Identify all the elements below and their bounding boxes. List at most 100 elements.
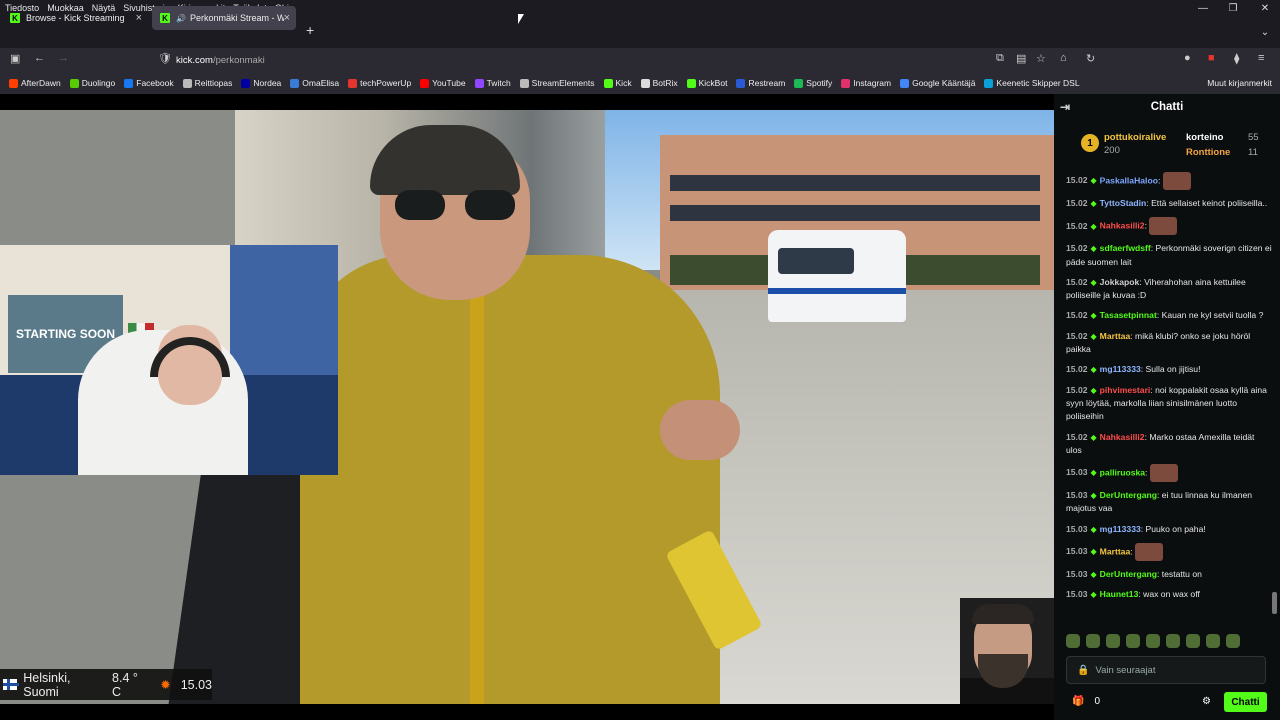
bookmark-label: techPowerUp bbox=[360, 78, 412, 88]
other-bookmarks[interactable]: Muut kirjanmerkit bbox=[1207, 78, 1272, 88]
tab-close-icon[interactable]: × bbox=[136, 12, 142, 24]
collapse-chat-icon[interactable]: ⇥ bbox=[1060, 100, 1070, 114]
menu-icon[interactable]: ≡ bbox=[1258, 52, 1264, 64]
speaker-icon: 🔊 bbox=[176, 13, 186, 23]
message-time: 15.03 bbox=[1066, 569, 1088, 580]
bookmark-item[interactable]: techPowerUp bbox=[348, 78, 411, 88]
message-user[interactable]: mg113333 bbox=[1100, 364, 1141, 374]
new-tab-button[interactable]: + bbox=[306, 22, 314, 38]
account-icon[interactable]: ● bbox=[1184, 52, 1191, 64]
bookmark-item[interactable]: StreamElements bbox=[519, 78, 595, 88]
restore-icon[interactable]: ❐ bbox=[1218, 0, 1248, 16]
message-user[interactable]: Marttaa bbox=[1100, 331, 1131, 341]
bookmark-item[interactable]: Reittiopas bbox=[182, 78, 232, 88]
sidebar-toggle-icon[interactable]: ▣ bbox=[10, 52, 20, 65]
chat-message: 15.02 ◆ Nahkasilli2: Marko ostaa Amexilla … bbox=[1066, 431, 1255, 455]
bookmark-label: AfterDawn bbox=[21, 78, 61, 88]
bookmark-item[interactable]: Kick bbox=[603, 78, 632, 88]
bookmark-item[interactable]: KickBot bbox=[686, 78, 727, 88]
bookmark-item[interactable]: OmaElisa bbox=[290, 78, 339, 88]
forward-icon[interactable]: → bbox=[58, 52, 69, 64]
chat-input[interactable]: 🔒 Vain seuraajat bbox=[1066, 656, 1266, 684]
bookmark-item[interactable]: Instagram bbox=[841, 78, 891, 88]
message-user[interactable]: PaskallaHaloo bbox=[1100, 175, 1158, 185]
chat-message: 15.03 ◆ DerUntergang: testattu on bbox=[1066, 569, 1202, 580]
url-field[interactable]: kick.com /perkonmaki bbox=[176, 50, 776, 70]
settings-icon[interactable]: ⚙ bbox=[1202, 696, 1211, 707]
bookmark-star-icon[interactable]: ☆ bbox=[1036, 52, 1046, 65]
gifter-1[interactable]: pottukoiralive bbox=[1104, 132, 1166, 143]
bookmark-item[interactable]: Duolingo bbox=[69, 78, 115, 88]
extension-icon[interactable]: ■ bbox=[1208, 52, 1215, 64]
message-time: 15.03 bbox=[1066, 523, 1088, 534]
bookmark-label: Nordea bbox=[253, 78, 282, 88]
emote-row[interactable] bbox=[1066, 634, 1266, 650]
bookmark-favicon-icon bbox=[640, 78, 650, 88]
bookmark-item[interactable]: Google Kääntäjä bbox=[900, 78, 975, 88]
video-player[interactable]: STARTING SOON bbox=[0, 110, 1054, 704]
message-time: 15.02 bbox=[1066, 276, 1088, 287]
extensions-icon[interactable]: ⧫ bbox=[1234, 52, 1239, 65]
emote-icon bbox=[1146, 634, 1160, 648]
bookmark-item[interactable]: YouTube bbox=[420, 78, 466, 88]
bookmark-item[interactable]: Twitch bbox=[474, 78, 511, 88]
chat-message: 15.02 ◆ TyttoStadin: Että sellaiset keinot… bbox=[1066, 198, 1268, 208]
back-icon[interactable]: ← bbox=[34, 52, 45, 64]
chat-message: 15.02 ◆ PaskallaHaloo: bbox=[1066, 172, 1272, 190]
gifter-2-amount: 55 bbox=[1248, 132, 1259, 143]
tab-list-icon[interactable]: ⌄ bbox=[1250, 24, 1280, 40]
message-user[interactable]: Nahkasilli2 bbox=[1100, 432, 1145, 442]
picture-in-picture-icon[interactable]: ⧉ bbox=[996, 52, 1004, 65]
tab-perkonmaki[interactable]: K 🔊 Perkonmäki Stream - Watc × bbox=[152, 6, 296, 30]
bookmark-item[interactable]: AfterDawn bbox=[9, 78, 61, 88]
badge-icon: ◆ bbox=[1090, 491, 1097, 501]
bookmark-favicon-icon bbox=[900, 78, 910, 88]
message-time: 15.02 bbox=[1066, 175, 1088, 186]
bookmark-label: OmaElisa bbox=[302, 78, 340, 88]
gifter-3[interactable]: Ronttione bbox=[1186, 147, 1230, 158]
message-user[interactable]: Haunet13 bbox=[1100, 589, 1139, 599]
emote-icon bbox=[1206, 634, 1220, 648]
top-strip bbox=[0, 94, 1054, 110]
gifter-2[interactable]: korteino bbox=[1186, 132, 1223, 143]
lock-icon: 🔒 bbox=[1077, 664, 1090, 676]
tab-browse-kick[interactable]: K Browse - Kick Streaming × bbox=[2, 6, 148, 30]
minimize-icon[interactable]: — bbox=[1188, 0, 1218, 16]
message-user[interactable]: Marttaa bbox=[1100, 546, 1131, 556]
gift-icon[interactable]: 🎁 bbox=[1072, 696, 1084, 707]
message-user[interactable]: pihvimestari bbox=[1100, 385, 1151, 395]
home-icon[interactable]: ⌂ bbox=[1060, 52, 1067, 64]
bookmark-item[interactable]: Keenetic Skipper DSL bbox=[984, 78, 1080, 88]
url-domain: kick.com bbox=[176, 54, 213, 66]
police-van bbox=[768, 230, 906, 322]
bookmark-item[interactable]: Nordea bbox=[241, 78, 281, 88]
chat-message: 15.03 ◆ Marttaa: bbox=[1066, 543, 1272, 562]
message-user[interactable]: DerUntergang bbox=[1100, 569, 1157, 579]
message-text: Sulla on jijtisu! bbox=[1145, 364, 1201, 375]
message-user[interactable]: mg113333 bbox=[1100, 524, 1141, 534]
emote-icon bbox=[1135, 543, 1164, 562]
emote-icon bbox=[1106, 634, 1120, 648]
message-user[interactable]: palliruoska bbox=[1100, 467, 1145, 477]
badge-icon: ◆ bbox=[1090, 524, 1097, 534]
chat-scrollbar[interactable] bbox=[1272, 592, 1277, 614]
bookmark-item[interactable]: Spotify bbox=[794, 78, 832, 88]
bookmark-item[interactable]: Restream bbox=[736, 78, 785, 88]
message-user[interactable]: Tasasetpinnat bbox=[1100, 310, 1157, 320]
bookmark-item[interactable]: BotRix bbox=[640, 78, 678, 88]
message-user[interactable]: Jokkapok bbox=[1100, 277, 1140, 287]
send-chat-button[interactable]: Chatti bbox=[1224, 692, 1267, 712]
reader-icon[interactable]: ▤ bbox=[1016, 52, 1026, 65]
bookmark-favicon-icon bbox=[241, 78, 251, 88]
message-user[interactable]: sdfaerfwdsff bbox=[1100, 243, 1151, 253]
reload-icon[interactable]: ↻ bbox=[1086, 52, 1095, 65]
emote-icon bbox=[1162, 172, 1191, 190]
bookmark-label: Twitch bbox=[486, 78, 511, 88]
message-user[interactable]: TyttoStadin bbox=[1100, 198, 1147, 208]
hand bbox=[660, 400, 740, 460]
tab-close-icon[interactable]: × bbox=[284, 12, 290, 24]
message-user[interactable]: Nahkasilli2 bbox=[1100, 221, 1145, 231]
message-user[interactable]: DerUntergang bbox=[1100, 490, 1157, 500]
bookmark-item[interactable]: Facebook bbox=[124, 78, 174, 88]
close-window-icon[interactable]: ✕ bbox=[1250, 0, 1280, 16]
